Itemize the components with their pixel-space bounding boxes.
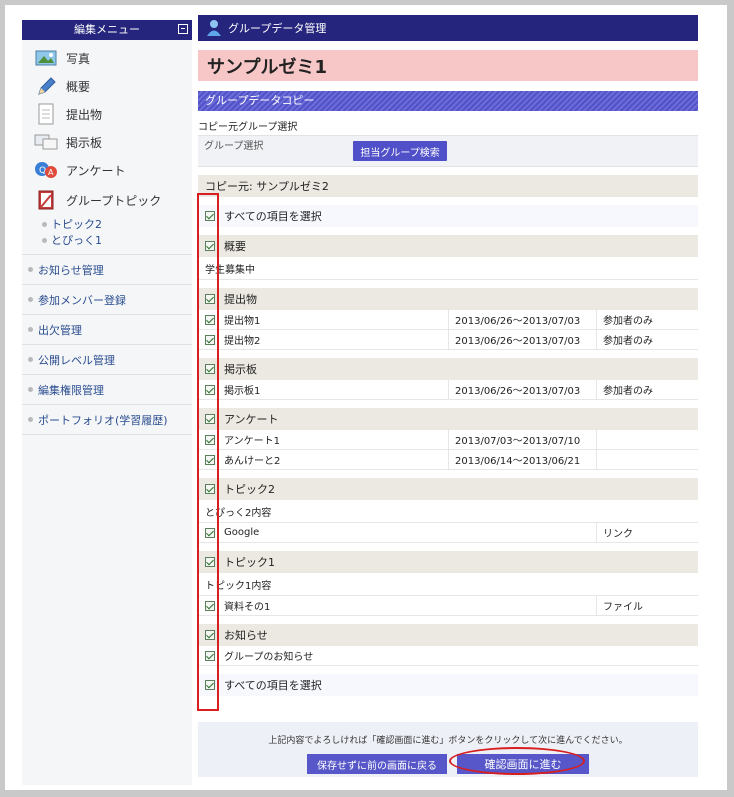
group-select-label: グループ選択: [204, 140, 264, 152]
menu-item-label: アンケート: [66, 163, 126, 178]
menu-item-survey[interactable]: QA アンケート: [22, 156, 192, 184]
menu-item-label: 概要: [66, 79, 91, 94]
sidebar-link-notice[interactable]: お知らせ管理: [22, 254, 192, 284]
edit-menu-sidebar: 編集メニュー 写真 概要 提出物 掲示板 QA アンケート グループトピック ト…: [22, 20, 192, 785]
sidebar-subitem-topic2[interactable]: トピック2: [22, 216, 192, 232]
document-icon: [34, 103, 58, 125]
menu-item-board[interactable]: 掲示板: [22, 128, 192, 156]
table-row[interactable]: Google リンク: [198, 523, 698, 543]
table-row[interactable]: グループのお知らせ: [198, 646, 698, 666]
survey-header-row[interactable]: アンケート: [198, 408, 698, 430]
sidebar-link-permissions[interactable]: 編集権限管理: [22, 374, 192, 404]
collapse-toggle-icon[interactable]: [178, 24, 188, 34]
header-title: グループデータ管理: [228, 22, 327, 35]
table-row[interactable]: 資料その1 ファイル: [198, 596, 698, 616]
menu-item-label: 提出物: [66, 107, 103, 122]
menu-item-group-topic[interactable]: グループトピック: [22, 184, 192, 216]
svg-text:Q: Q: [39, 166, 46, 176]
sidebar-title: 編集メニュー: [74, 23, 140, 36]
notebook-icon: [34, 189, 58, 211]
table-row[interactable]: アンケート1 2013/07/03〜2013/07/10: [198, 430, 698, 450]
topic2-note: とぴっく2内容: [198, 500, 698, 523]
bullet-icon: [28, 267, 33, 272]
menu-item-label: 写真: [66, 51, 91, 66]
menu-item-label: 掲示板: [66, 135, 103, 150]
table-row[interactable]: 掲示板1 2013/06/26〜2013/07/03 参加者のみ: [198, 380, 698, 400]
copy-from-label: コピー元: サンプルゼミ2: [198, 175, 698, 197]
table-row[interactable]: あんけーと2 2013/06/14〜2013/06/21: [198, 450, 698, 470]
menu-item-photo[interactable]: 写真: [22, 44, 192, 72]
page-title: サンプルゼミ1: [198, 50, 698, 81]
sidebar-link-portfolio[interactable]: ポートフォリオ(学習履歴): [22, 404, 192, 435]
select-all-row-top[interactable]: すべての項目を選択: [198, 205, 698, 227]
pencil-icon: [34, 75, 58, 97]
board-icon: [34, 131, 58, 153]
notice-header-row[interactable]: お知らせ: [198, 624, 698, 646]
menu-item-submissions[interactable]: 提出物: [22, 100, 192, 128]
topic1-header-row[interactable]: トピック1: [198, 551, 698, 573]
table-row[interactable]: 提出物1 2013/06/26〜2013/07/03 参加者のみ: [198, 310, 698, 330]
back-button[interactable]: 保存せずに前の画面に戻る: [307, 754, 447, 774]
sidebar-link-members[interactable]: 参加メンバー登録: [22, 284, 192, 314]
bullet-icon: [42, 221, 47, 227]
bullet-icon: [42, 237, 47, 243]
section-band: グループデータコピー: [198, 91, 698, 111]
user-avatar-icon: [206, 19, 222, 37]
qa-icon: QA: [34, 159, 58, 181]
menu-item-label: グループトピック: [66, 193, 162, 208]
page-header: グループデータ管理: [198, 15, 698, 41]
bullet-icon: [28, 327, 33, 332]
search-group-button[interactable]: 担当グループ検索: [353, 141, 447, 161]
bullet-icon: [28, 417, 33, 422]
group-select-row: グループ選択 担当グループ検索: [198, 135, 698, 167]
sidebar-link-attendance[interactable]: 出欠管理: [22, 314, 192, 344]
bullet-icon: [28, 297, 33, 302]
bullet-icon: [28, 387, 33, 392]
footer-panel: 上記内容でよろしければ「確認画面に進む」ボタンをクリックして次に進んでください。…: [198, 722, 698, 777]
sidebar-subitem-topic1[interactable]: とぴっく1: [22, 232, 192, 248]
main-content: グループデータ管理 サンプルゼミ1 グループデータコピー コピー元グループ選択 …: [198, 15, 698, 696]
select-all-row-bottom[interactable]: すべての項目を選択: [198, 674, 698, 696]
overview-note: 学生募集中: [198, 257, 698, 280]
checkbox-highlight-box: [197, 193, 219, 711]
photo-icon: [34, 47, 58, 69]
footer-message: 上記内容でよろしければ「確認画面に進む」ボタンをクリックして次に進んでください。: [268, 736, 628, 746]
submissions-header-row[interactable]: 提出物: [198, 288, 698, 310]
menu-item-overview[interactable]: 概要: [22, 72, 192, 100]
board-header-row[interactable]: 掲示板: [198, 358, 698, 380]
confirm-highlight-oval: [449, 747, 585, 775]
topic2-header-row[interactable]: トピック2: [198, 478, 698, 500]
sidebar-link-visibility[interactable]: 公開レベル管理: [22, 344, 192, 374]
svg-text:A: A: [48, 168, 54, 177]
bullet-icon: [28, 357, 33, 362]
overview-header-row[interactable]: 概要: [198, 235, 698, 257]
sidebar-header: 編集メニュー: [22, 20, 192, 40]
copy-source-heading: コピー元グループ選択: [198, 121, 298, 133]
topic1-note: トピック1内容: [198, 573, 698, 596]
table-row[interactable]: 提出物2 2013/06/26〜2013/07/03 参加者のみ: [198, 330, 698, 350]
